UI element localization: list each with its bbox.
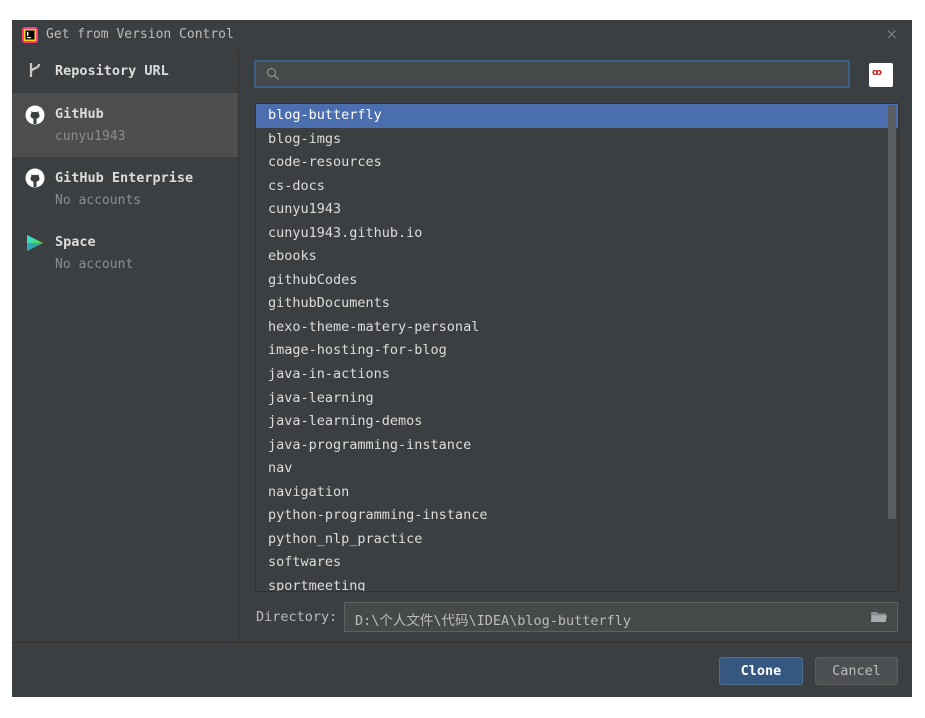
directory-label: Directory: [256,609,338,625]
clone-button[interactable]: Clone [719,657,803,685]
intellij-app-icon [22,27,38,43]
repository-row[interactable]: cunyu1943 [256,198,898,222]
repository-row[interactable]: navigation [256,481,898,505]
repository-row[interactable]: image-hosting-for-blog [256,339,898,363]
repository-row[interactable]: java-in-actions [256,363,898,387]
folder-icon[interactable] [871,611,887,623]
github-icon [25,105,45,125]
sidebar-item-repository-url[interactable]: Repository URL [12,50,238,92]
close-icon[interactable]: × [885,25,898,43]
sidebar-item-label: GitHub [55,106,104,122]
list-scrollbar[interactable] [888,105,896,519]
repository-row[interactable]: java-programming-instance [256,434,898,458]
repository-row[interactable]: cunyu1943.github.io [256,222,898,246]
main-panel: ꝏ blog-butterfly blog-imgs code-resources c… [240,50,912,642]
repository-row[interactable]: blog-imgs [256,128,898,152]
repository-row[interactable]: ebooks [256,245,898,269]
repository-row[interactable]: java-learning-demos [256,410,898,434]
repository-row[interactable]: cs-docs [256,175,898,199]
provider-sidebar: Repository URL GitHub cunyu1943 GitHub E… [12,50,239,642]
repository-row[interactable]: python_nlp_practice [256,528,898,552]
repository-row[interactable]: githubCodes [256,269,898,293]
get-from-vcs-dialog: Get from Version Control × Repository UR… [12,20,912,697]
sidebar-item-label: GitHub Enterprise [55,170,194,186]
account-avatar[interactable]: ꝏ [869,63,893,87]
repository-row[interactable]: githubDocuments [256,292,898,316]
github-account-name: cunyu1943 [55,129,126,144]
sidebar-item-github-enterprise[interactable]: GitHub Enterprise No accounts [12,157,238,221]
repository-row[interactable]: hexo-theme-matery-personal [256,316,898,340]
repository-list[interactable]: blog-butterfly blog-imgs code-resources cs-… [255,103,899,592]
dialog-title: Get from Version Control [46,27,234,42]
github-icon [25,168,45,188]
vcs-branch-icon [29,63,41,77]
search-icon [266,67,279,80]
repository-row[interactable]: blog-butterfly [256,104,898,128]
dialog-footer: Clone Cancel [12,642,912,697]
repository-row[interactable]: sportmeeting [256,575,898,591]
title-bar: Get from Version Control × [12,20,912,50]
space-account-status: No account [55,257,134,272]
directory-field[interactable]: D:\个人文件\代码\IDEA\blog-butterfly [344,602,898,632]
sidebar-item-label: Space [55,234,96,250]
repository-row[interactable]: softwares [256,551,898,575]
space-icon [27,235,43,251]
search-input[interactable] [286,62,840,88]
directory-path[interactable]: D:\个人文件\代码\IDEA\blog-butterfly [355,609,631,629]
repository-row[interactable]: java-learning [256,387,898,411]
repository-row[interactable]: python-programming-instance [256,504,898,528]
sidebar-item-github[interactable]: GitHub cunyu1943 [12,93,238,157]
github-enterprise-status: No accounts [55,193,142,208]
cancel-button[interactable]: Cancel [815,657,898,685]
repository-row[interactable]: code-resources [256,151,898,175]
avatar-logo: ꝏ [872,68,882,78]
repository-row[interactable]: nav [256,457,898,481]
sidebar-item-label: Repository URL [55,63,169,79]
sidebar-item-space[interactable]: Space No account [12,221,238,285]
repository-search[interactable] [254,60,850,88]
